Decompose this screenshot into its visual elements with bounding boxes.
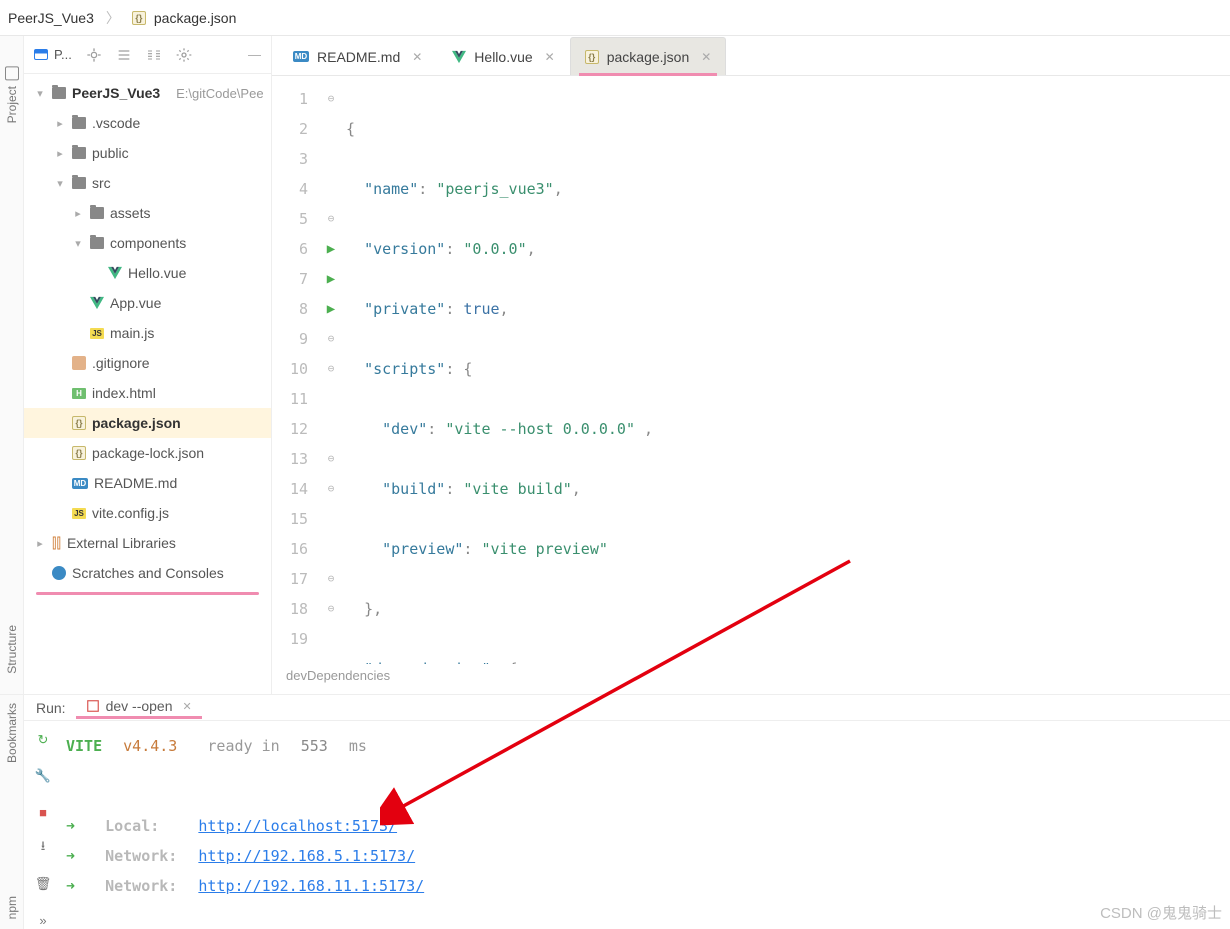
json-file-icon: {} (72, 446, 86, 460)
network-url-link[interactable]: http://192.168.5.1:5173/ (198, 847, 415, 865)
tree-file-gitignore[interactable]: .gitignore (24, 348, 271, 378)
breadcrumb-file[interactable]: package.json (154, 10, 237, 26)
local-url-link[interactable]: http://localhost:5173/ (198, 817, 397, 835)
left-tool-strip: Project Structure (0, 36, 24, 694)
fold-icon[interactable]: ⊖ (328, 594, 335, 624)
close-tab-icon[interactable]: ✕ (412, 50, 422, 64)
tree-file-packagelock[interactable]: {}package-lock.json (24, 438, 271, 468)
js-file-icon: JS (72, 508, 86, 519)
fold-icon[interactable]: ⊖ (328, 444, 335, 474)
stop-icon[interactable]: ■ (34, 803, 52, 821)
npm-tool-button[interactable]: npm (5, 896, 19, 919)
settings-gear-icon[interactable] (176, 47, 192, 63)
trash-icon[interactable]: 🗑 (34, 875, 52, 893)
project-icon (34, 49, 48, 60)
npm-run-icon (86, 699, 100, 713)
md-file-icon: MD (72, 478, 88, 489)
json-file-icon: {} (585, 50, 599, 64)
tree-folder-vscode[interactable]: ▸.vscode (24, 108, 271, 138)
tree-file-vitecfg[interactable]: JSvite.config.js (24, 498, 271, 528)
fold-icon[interactable]: ⊖ (328, 474, 335, 504)
tree-folder-assets[interactable]: ▸assets (24, 198, 271, 228)
line-number-gutter: 12345678910111213141516171819 (272, 76, 318, 664)
tree-folder-components[interactable]: ▾components (24, 228, 271, 258)
console-output[interactable]: VITE v4.4.3 ready in 553 ms ➜ Local: htt… (62, 721, 1230, 929)
run-gutter-icon[interactable]: ▶ (327, 264, 335, 294)
run-header: Run: dev --open ✕ (24, 695, 1230, 721)
code-editor[interactable]: 12345678910111213141516171819 ⊖ ⊖ ▶ ▶ ▶ … (272, 76, 1230, 664)
breadcrumb-footer: devDependencies (272, 664, 1230, 694)
tree-file-main[interactable]: JSmain.js (24, 318, 271, 348)
vue-file-icon (108, 266, 122, 280)
download-icon[interactable]: ⭳ (34, 839, 52, 857)
vue-file-icon (90, 296, 104, 310)
tree-file-app[interactable]: App.vue (24, 288, 271, 318)
tree-external-libs[interactable]: ▸⫿⫿External Libraries (24, 528, 271, 558)
chevron-right-icon: 〉 (106, 8, 120, 28)
more-icon[interactable]: » (34, 911, 52, 929)
tree-folder-public[interactable]: ▸public (24, 138, 271, 168)
panel-hide-icon[interactable]: — (248, 47, 261, 62)
tab-readme[interactable]: MDREADME.md✕ (278, 37, 437, 75)
tree-file-index[interactable]: Hindex.html (24, 378, 271, 408)
gitignore-file-icon (72, 356, 86, 370)
js-file-icon: JS (90, 328, 104, 339)
network-url-link[interactable]: http://192.168.11.1:5173/ (198, 877, 424, 895)
locate-icon[interactable] (86, 47, 102, 63)
watermark: CSDN @鬼鬼骑士 (1100, 902, 1222, 923)
run-toolbar: ↻ 🔧 ■ ⭳ 🗑 » (24, 721, 62, 929)
md-file-icon: MD (293, 51, 309, 62)
tree-root[interactable]: ▾PeerJS_Vue3 E:\gitCode\Pee (24, 78, 271, 108)
project-tree[interactable]: ▾PeerJS_Vue3 E:\gitCode\Pee ▸.vscode ▸pu… (24, 74, 271, 694)
left-lower-strip: Bookmarks npm (0, 695, 24, 929)
tree-file-readme[interactable]: MDREADME.md (24, 468, 271, 498)
project-view-selector[interactable]: P... (34, 47, 72, 62)
json-file-icon: {} (132, 11, 146, 25)
breadcrumb-bar: PeerJS_Vue3 〉 {} package.json (0, 0, 1230, 36)
fold-icon[interactable]: ⊖ (328, 204, 335, 234)
gutter-icons: ⊖ ⊖ ▶ ▶ ▶ ⊖ ⊖ ⊖ ⊖ ⊖ ⊖ (318, 76, 344, 664)
close-run-tab-icon[interactable]: ✕ (183, 700, 192, 713)
run-gutter-icon[interactable]: ▶ (327, 234, 335, 264)
run-panel: Bookmarks npm Run: dev --open ✕ ↻ 🔧 ■ ⭳ … (0, 694, 1230, 929)
close-tab-icon[interactable]: ✕ (545, 50, 555, 64)
html-file-icon: H (72, 388, 86, 399)
json-file-icon: {} (72, 416, 86, 430)
tree-file-package[interactable]: {}package.json (24, 408, 271, 438)
tree-scrollbar-thumb[interactable] (36, 592, 259, 595)
code-body[interactable]: { "name": "peerjs_vue3", "version": "0.0… (344, 76, 1230, 664)
expand-all-icon[interactable] (116, 47, 132, 63)
editor-tabs: MDREADME.md✕ Hello.vue✕ {}package.json✕ (272, 36, 1230, 76)
fold-icon[interactable]: ⊖ (328, 324, 335, 354)
project-panel: P... — ▾PeerJS_Vue3 E:\gitCode\Pee ▸.vsc… (24, 36, 272, 694)
collapse-all-icon[interactable] (146, 47, 162, 63)
project-toolbar: P... — (24, 36, 271, 74)
scratches-icon (52, 566, 66, 580)
tab-hello[interactable]: Hello.vue✕ (437, 37, 569, 75)
fold-icon[interactable]: ⊖ (328, 354, 335, 384)
fold-icon[interactable]: ⊖ (328, 84, 335, 114)
run-config-tab[interactable]: dev --open ✕ (76, 696, 202, 719)
editor-area: MDREADME.md✕ Hello.vue✕ {}package.json✕ … (272, 36, 1230, 694)
tree-file-hello[interactable]: Hello.vue (24, 258, 271, 288)
run-label: Run: (36, 700, 66, 716)
vue-file-icon (452, 50, 466, 64)
structure-tool-button[interactable]: Structure (5, 625, 19, 674)
breadcrumb-root[interactable]: PeerJS_Vue3 (8, 10, 94, 26)
fold-icon[interactable]: ⊖ (328, 564, 335, 594)
tab-package[interactable]: {}package.json✕ (570, 37, 727, 75)
wrench-icon[interactable]: 🔧 (34, 767, 52, 785)
bookmarks-tool-button[interactable]: Bookmarks (5, 703, 19, 763)
rerun-icon[interactable]: ↻ (34, 731, 52, 749)
close-tab-icon[interactable]: ✕ (701, 50, 711, 64)
tree-scratches[interactable]: Scratches and Consoles (24, 558, 271, 588)
run-gutter-icon[interactable]: ▶ (327, 294, 335, 324)
project-tool-button[interactable]: Project (5, 66, 19, 123)
tree-folder-src[interactable]: ▾src (24, 168, 271, 198)
